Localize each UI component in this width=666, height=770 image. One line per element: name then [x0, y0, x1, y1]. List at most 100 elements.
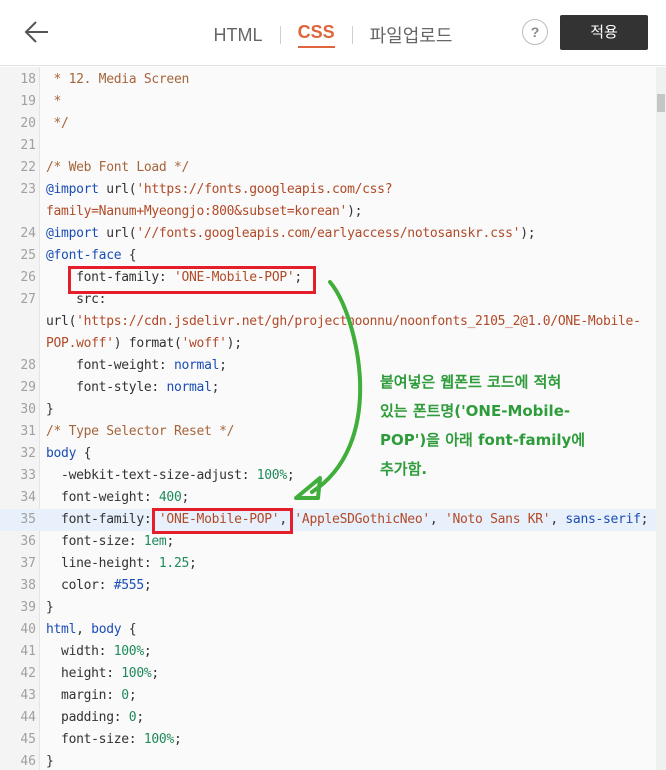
- code-line[interactable]: font-style: normal;: [46, 377, 219, 399]
- code-token: ;: [173, 732, 182, 747]
- code-token: 'https://fonts.googleapis.com/css?: [136, 182, 393, 197]
- code-line[interactable]: }: [46, 751, 54, 770]
- line-number: 39: [20, 600, 36, 615]
- tab-file-upload[interactable]: 파일업로드: [370, 22, 453, 48]
- line-number: 41: [20, 644, 36, 659]
- code-token: -webkit-text-size-adjust:: [46, 468, 257, 483]
- line-number: 37: [20, 556, 36, 571]
- line-number: 38: [20, 578, 36, 593]
- code-token: * 12. Media Screen: [46, 72, 190, 87]
- code-line[interactable]: }: [46, 399, 54, 421]
- code-line[interactable]: font-size: 100%;: [46, 729, 182, 751]
- line-number: 24: [20, 226, 36, 241]
- code-line[interactable]: -webkit-text-size-adjust: 100%;: [46, 465, 295, 487]
- code-token: padding:: [46, 710, 129, 725]
- code-token: ,: [429, 512, 445, 527]
- annotation-line: 추가함.: [380, 460, 428, 478]
- code-line[interactable]: @import url('//fonts.googleapis.com/earl…: [46, 223, 536, 245]
- line-number: 25: [20, 248, 36, 263]
- code-token: ;: [219, 358, 227, 373]
- code-token: 1em: [143, 534, 167, 549]
- code-line[interactable]: height: 100%;: [46, 663, 159, 685]
- code-token: font-size:: [46, 732, 144, 747]
- code-token: normal: [166, 380, 212, 395]
- line-number: 46: [20, 754, 36, 769]
- font-face-font-family-highlight-box: [68, 266, 316, 294]
- code-line[interactable]: body {: [46, 443, 91, 465]
- code-token: @import: [46, 182, 99, 197]
- code-token: 1.25: [158, 556, 190, 571]
- code-token: 100%: [143, 732, 174, 747]
- tab-css[interactable]: CSS: [297, 22, 335, 48]
- code-token: ;: [640, 512, 649, 527]
- code-token: ;: [189, 556, 197, 571]
- code-line[interactable]: width: 100%;: [46, 641, 152, 663]
- code-token: url(: [46, 314, 77, 329]
- code-token: height:: [46, 666, 122, 681]
- code-token: 100%: [256, 468, 287, 483]
- code-token: ;: [181, 490, 190, 505]
- code-token: @import: [46, 226, 99, 241]
- code-line[interactable]: POP.woff') format('woff');: [46, 333, 242, 355]
- code-line[interactable]: padding: 0;: [46, 707, 144, 729]
- code-line[interactable]: font-weight: 400;: [46, 487, 189, 509]
- code-line[interactable]: /* Web Font Load */: [46, 157, 189, 179]
- code-token: margin:: [46, 688, 122, 703]
- tab-html[interactable]: HTML: [214, 25, 263, 46]
- line-number: 18: [20, 72, 36, 87]
- code-token: normal: [173, 358, 220, 373]
- code-token: body: [91, 622, 122, 637]
- tab-divider: [279, 26, 281, 44]
- code-line[interactable]: }: [46, 597, 54, 619]
- code-token: /* Web Font Load */: [46, 160, 190, 175]
- annotation-line: 있는 폰트명('ONE-Mobile-: [380, 402, 571, 420]
- line-number: 44: [20, 710, 36, 725]
- tab-divider: [351, 26, 353, 44]
- code-token: ;: [136, 710, 144, 725]
- code-line[interactable]: family=Nanum+Myeongjo:800&subset=korean'…: [46, 201, 362, 223]
- vertical-scrollbar[interactable]: [656, 67, 666, 770]
- scrollbar-thumb[interactable]: [657, 94, 665, 112]
- apply-button[interactable]: 적용: [560, 15, 648, 50]
- line-number: 21: [20, 138, 36, 153]
- code-token: );: [347, 204, 363, 219]
- code-line[interactable]: font-weight: normal;: [46, 355, 227, 377]
- code-token: *: [46, 94, 62, 109]
- line-number: 23: [20, 182, 36, 197]
- line-number: 26: [20, 270, 36, 285]
- editor-header: HTML CSS 파일업로드 ? 적용: [0, 0, 666, 66]
- code-line[interactable]: line-height: 1.25;: [46, 553, 197, 575]
- code-token: ) format(: [113, 336, 182, 351]
- code-line[interactable]: font-family: 'ONE-Mobile-POP', 'AppleSDG…: [46, 509, 648, 531]
- code-token: POP.woff': [46, 336, 114, 351]
- code-line[interactable]: * 12. Media Screen: [46, 69, 190, 91]
- code-token: );: [226, 336, 242, 351]
- body-font-family-highlight-box: [152, 508, 293, 534]
- annotation-line: POP')을 아래 font-family에: [380, 431, 586, 449]
- code-line[interactable]: *: [46, 91, 62, 113]
- code-token: ;: [143, 578, 152, 593]
- code-line[interactable]: margin: 0;: [46, 685, 137, 707]
- code-line[interactable]: */: [46, 113, 69, 135]
- code-line[interactable]: color: #555;: [46, 575, 152, 597]
- code-line[interactable]: @import url('https://fonts.googleapis.co…: [46, 179, 393, 201]
- code-token: html: [46, 622, 77, 637]
- code-token: url(: [98, 182, 137, 197]
- code-token: ;: [151, 666, 159, 681]
- help-button[interactable]: ?: [522, 19, 548, 45]
- code-token: 'Noto Sans KR': [444, 512, 551, 527]
- code-token: src:: [46, 292, 107, 307]
- code-token: family=Nanum+Myeongjo:800&subset=korean': [46, 204, 348, 219]
- annotation-note: 붙여넣은 웹폰트 코드에 적혀 있는 폰트명('ONE-Mobile- POP'…: [380, 368, 620, 484]
- code-token: {: [121, 622, 137, 637]
- code-token: );: [520, 226, 536, 241]
- code-token: 400: [158, 490, 182, 505]
- code-line[interactable]: /* Type Selector Reset */: [46, 421, 234, 443]
- code-token: ;: [286, 468, 295, 483]
- code-line[interactable]: html, body {: [46, 619, 137, 641]
- code-line[interactable]: @font-face {: [46, 245, 137, 267]
- code-token: {: [76, 446, 92, 461]
- code-line[interactable]: url('https://cdn.jsdelivr.net/gh/project…: [46, 311, 641, 333]
- code-line[interactable]: font-size: 1em;: [46, 531, 174, 553]
- code-token: 'AppleSDGothicNeo': [294, 512, 430, 527]
